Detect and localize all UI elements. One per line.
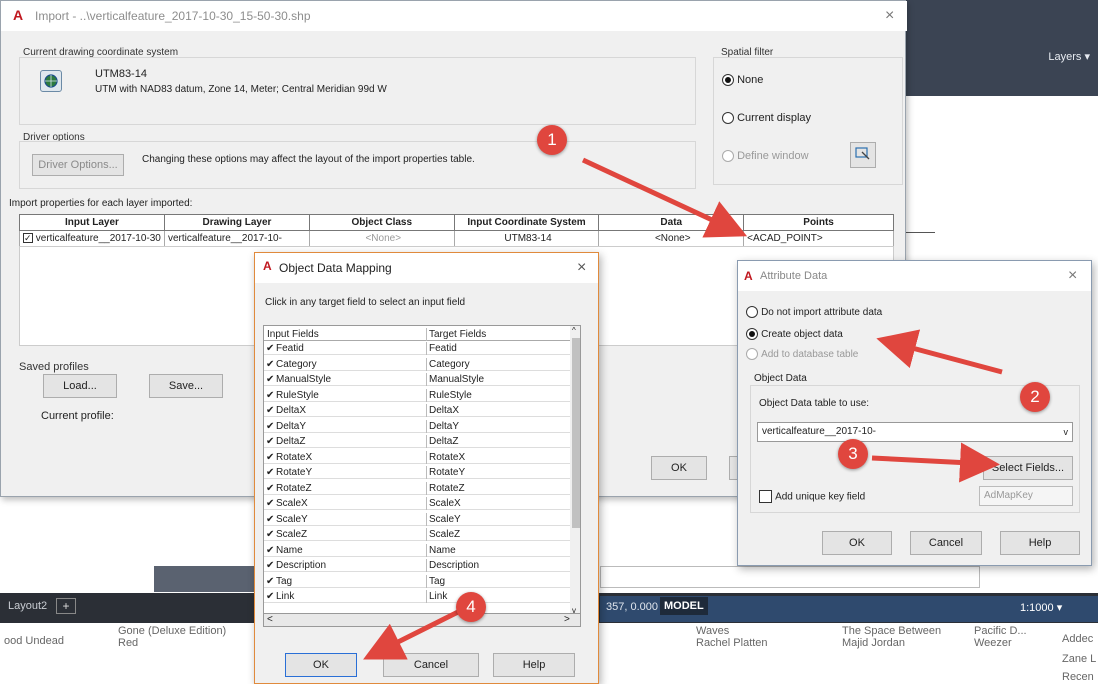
arrow-3 xyxy=(871,442,1000,483)
arrow-2 xyxy=(876,329,1003,375)
arrow-4 xyxy=(363,606,466,660)
annotation-badge-2: 2 xyxy=(1020,382,1050,412)
annotation-badge-4: 4 xyxy=(456,592,486,622)
arrow-1 xyxy=(581,157,748,238)
annotation-badge-1: 1 xyxy=(537,125,567,155)
annotation-badge-3: 3 xyxy=(838,439,868,469)
annotation-arrows xyxy=(363,157,1003,660)
